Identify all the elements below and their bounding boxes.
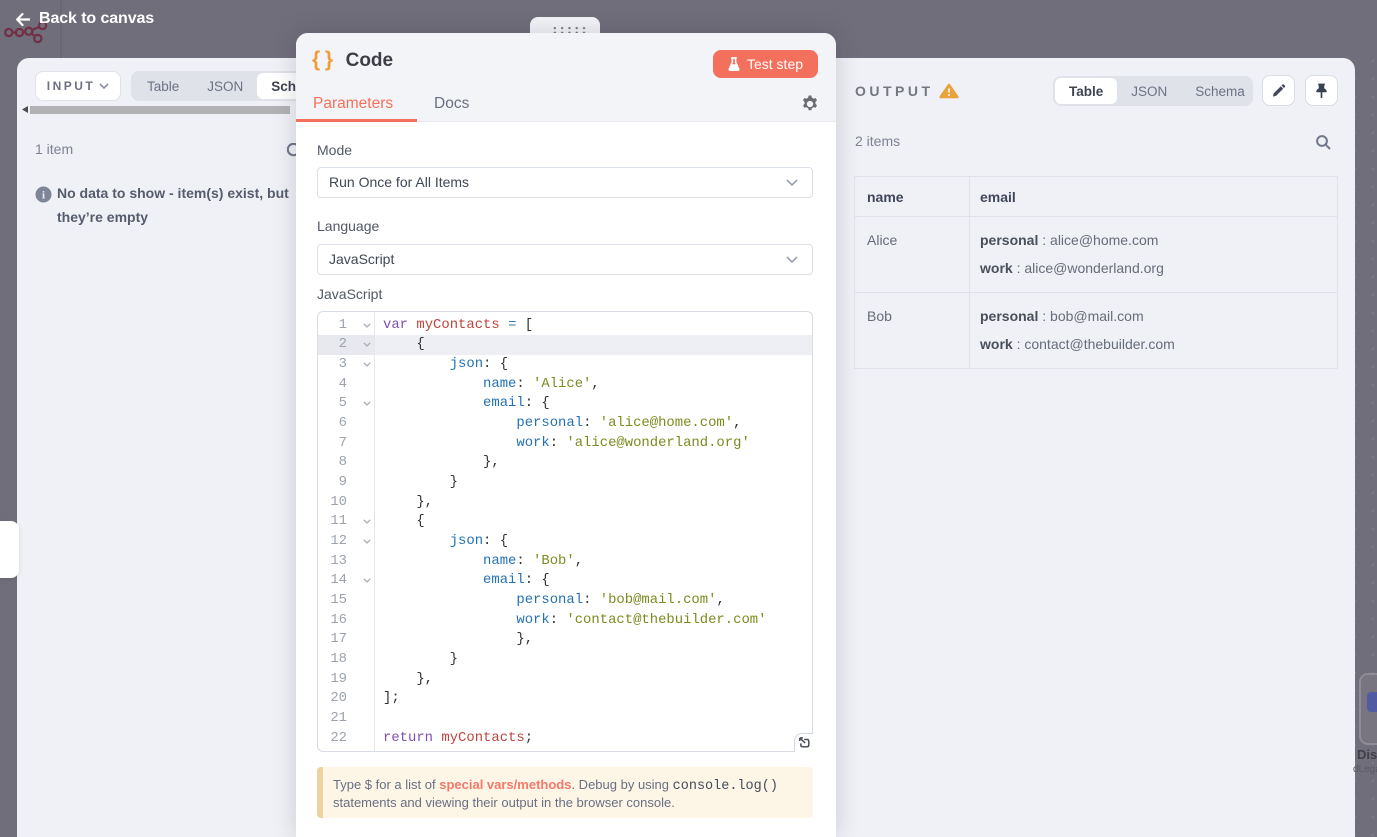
svg-text:i: i: [42, 189, 45, 201]
